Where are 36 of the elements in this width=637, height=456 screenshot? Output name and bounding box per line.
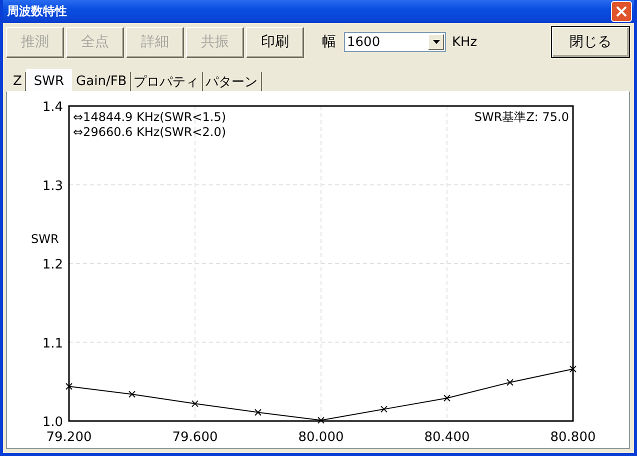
reference-impedance-text: SWR基準Z: 75.0 (474, 110, 569, 124)
toolbar-button[interactable]: 印刷 (246, 26, 304, 58)
x-tick-label: 80.800 (550, 430, 596, 445)
tab[interactable]: パターン (202, 72, 262, 91)
x-tick-label: 80.400 (424, 430, 470, 445)
window-title: 周波数特性 (7, 3, 67, 20)
point (380, 406, 388, 413)
dropdown-button[interactable] (428, 34, 444, 50)
y-tick-label: 1.1 (42, 336, 63, 352)
unit-label: KHz (452, 34, 478, 50)
point (506, 378, 514, 386)
y-axis-label: SWR (31, 232, 59, 246)
x-tick-label: 79.600 (172, 430, 218, 445)
x-tick-label: 80.000 (298, 430, 344, 445)
point (192, 400, 198, 408)
x-tick-label: 79.200 (46, 430, 92, 445)
point (66, 382, 72, 390)
width-label: 幅 (322, 33, 336, 51)
tab[interactable]: プロパティ (130, 72, 203, 91)
y-tick-label: 1.0 (42, 415, 63, 430)
point (444, 394, 450, 402)
caret-icon (432, 40, 440, 44)
point (318, 416, 324, 424)
width-value: 1600 (346, 34, 380, 50)
point (128, 390, 136, 398)
close-icon[interactable] (611, 1, 632, 22)
y-tick-label: 1.4 (42, 100, 63, 115)
tab[interactable]: SWR (26, 69, 74, 92)
width-combo[interactable]: 1600 (344, 32, 446, 52)
point (570, 366, 576, 373)
point (254, 408, 262, 416)
bandwidth-text: ⇔14844.9 KHz(SWR<1.5) (73, 110, 226, 124)
y-tick-label: 1.3 (42, 178, 63, 194)
y-tick-label: 1.2 (42, 258, 63, 272)
close-button[interactable]: 閉じる (551, 26, 630, 58)
bandwidth-text: ⇔29660.6 KHz(SWR<2.0) (73, 125, 226, 139)
